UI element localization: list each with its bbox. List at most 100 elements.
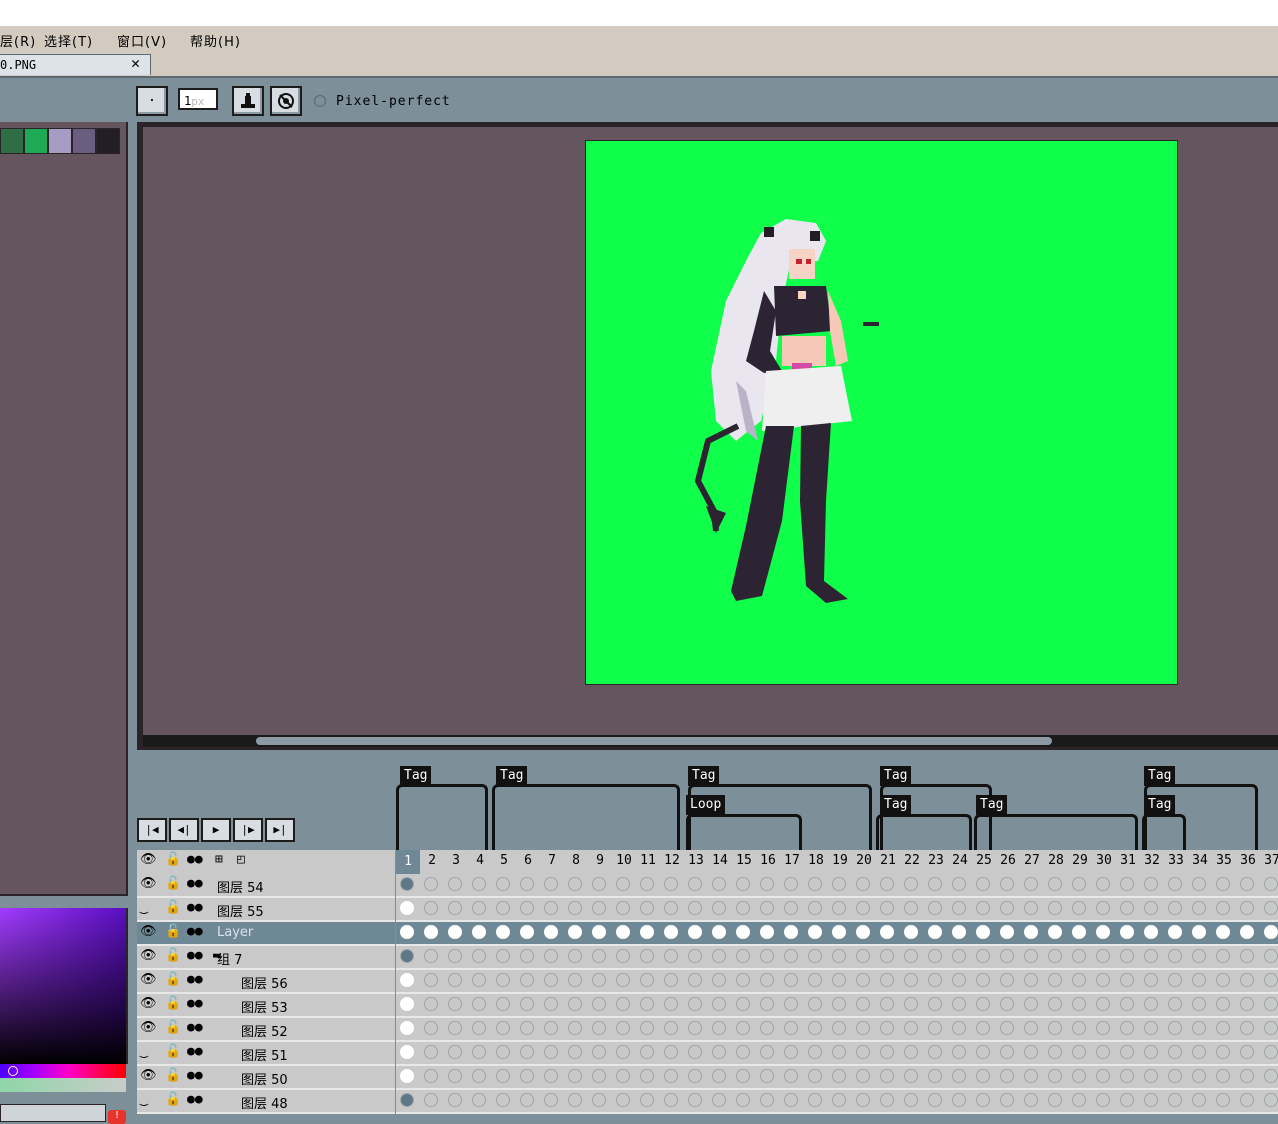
cel[interactable] <box>688 1093 702 1107</box>
cel[interactable] <box>544 925 558 939</box>
cel[interactable] <box>448 877 462 891</box>
cel[interactable] <box>544 1093 558 1107</box>
cel[interactable] <box>736 901 750 915</box>
cel[interactable] <box>952 949 966 963</box>
cel[interactable] <box>640 973 654 987</box>
cel[interactable] <box>928 1069 942 1083</box>
frame-number[interactable]: 19 <box>828 853 852 868</box>
continuous-icon[interactable]: ●● <box>187 972 203 987</box>
cel[interactable] <box>784 901 798 915</box>
frame-number[interactable]: 1 <box>396 850 420 874</box>
cel[interactable] <box>1240 877 1254 891</box>
cel[interactable] <box>760 1021 774 1035</box>
cel[interactable] <box>424 877 438 891</box>
cel[interactable] <box>1144 1069 1158 1083</box>
cel[interactable] <box>1072 949 1086 963</box>
cel[interactable] <box>1000 1093 1014 1107</box>
cel[interactable] <box>520 1069 534 1083</box>
cel[interactable] <box>880 1093 894 1107</box>
cel[interactable] <box>1144 925 1158 939</box>
brush-size-input[interactable]: 1px <box>178 88 218 110</box>
cel[interactable] <box>832 949 846 963</box>
cel[interactable] <box>424 973 438 987</box>
cel[interactable] <box>592 973 606 987</box>
cel[interactable] <box>1240 1021 1254 1035</box>
eye-icon[interactable]: 👁 <box>140 948 157 963</box>
cel[interactable] <box>616 1093 630 1107</box>
cel[interactable] <box>448 901 462 915</box>
cel[interactable] <box>520 997 534 1011</box>
cel[interactable] <box>1024 949 1038 963</box>
cel[interactable] <box>544 1045 558 1059</box>
cel[interactable] <box>1216 973 1230 987</box>
cel[interactable] <box>424 901 438 915</box>
cel[interactable] <box>1168 877 1182 891</box>
cel[interactable] <box>472 973 486 987</box>
cel[interactable] <box>1048 1069 1062 1083</box>
cel[interactable] <box>784 1093 798 1107</box>
eye-closed-icon[interactable]: ‿ <box>140 1044 148 1059</box>
cel[interactable] <box>832 1045 846 1059</box>
continuous-icon[interactable]: ●● <box>187 996 203 1011</box>
cel[interactable] <box>664 1069 678 1083</box>
layer-row[interactable]: 👁 🔓 ●● 图层 50 <box>137 1066 395 1090</box>
cel[interactable] <box>808 973 822 987</box>
cel[interactable] <box>880 997 894 1011</box>
cel[interactable] <box>1000 997 1014 1011</box>
cel[interactable] <box>568 901 582 915</box>
tag-label[interactable]: Tag <box>880 766 912 786</box>
cel[interactable] <box>1120 973 1134 987</box>
cel[interactable] <box>832 1069 846 1083</box>
cel[interactable] <box>1144 949 1158 963</box>
cel[interactable] <box>688 1045 702 1059</box>
cel[interactable] <box>832 997 846 1011</box>
lock-icon[interactable]: 🔓 <box>165 1092 181 1107</box>
frame-number[interactable]: 35 <box>1212 853 1236 868</box>
cel[interactable] <box>592 1069 606 1083</box>
frame-number[interactable]: 4 <box>468 853 492 868</box>
cel[interactable] <box>472 1069 486 1083</box>
layer-row[interactable]: 👁 🔓 ●● 图层 54 <box>137 874 395 898</box>
cel[interactable] <box>1120 877 1134 891</box>
cel[interactable] <box>640 1045 654 1059</box>
cel[interactable] <box>904 901 918 915</box>
cel[interactable] <box>1120 1045 1134 1059</box>
layer-group-row[interactable]: 👁 🔓 ●● ▬ 组 7 <box>137 946 395 970</box>
frame-number[interactable]: 18 <box>804 853 828 868</box>
cel[interactable] <box>1144 1093 1158 1107</box>
cel[interactable] <box>736 949 750 963</box>
cel[interactable] <box>472 901 486 915</box>
frame-number[interactable]: 8 <box>564 853 588 868</box>
cel[interactable] <box>688 997 702 1011</box>
cel[interactable] <box>640 1069 654 1083</box>
cel[interactable] <box>1240 925 1254 939</box>
frame-number[interactable]: 21 <box>876 853 900 868</box>
eye-icon[interactable]: 👁 <box>140 852 157 867</box>
eye-icon[interactable]: 👁 <box>140 1020 157 1035</box>
lock-icon[interactable]: 🔓 <box>165 876 181 891</box>
cel[interactable] <box>880 949 894 963</box>
cel[interactable] <box>424 925 438 939</box>
cel[interactable] <box>736 925 750 939</box>
cel[interactable] <box>1240 1045 1254 1059</box>
cel[interactable] <box>928 973 942 987</box>
cel[interactable] <box>736 1093 750 1107</box>
cel[interactable] <box>1264 925 1278 939</box>
cel[interactable] <box>1096 1045 1110 1059</box>
frame-number[interactable]: 30 <box>1092 853 1116 868</box>
layer-row[interactable]: 👁 🔓 ●● Layer <box>137 922 395 946</box>
cel[interactable] <box>400 973 414 987</box>
cel[interactable] <box>1024 901 1038 915</box>
cel[interactable] <box>1024 1045 1038 1059</box>
frame-number[interactable]: 34 <box>1188 853 1212 868</box>
cel[interactable] <box>544 1021 558 1035</box>
cel[interactable] <box>904 1093 918 1107</box>
cel[interactable] <box>976 877 990 891</box>
warning-icon[interactable]: ! <box>108 1110 126 1124</box>
cel[interactable] <box>1024 1069 1038 1083</box>
cel[interactable] <box>880 925 894 939</box>
cel[interactable] <box>760 1045 774 1059</box>
cel[interactable] <box>856 1021 870 1035</box>
cel[interactable] <box>568 925 582 939</box>
cel[interactable] <box>784 1045 798 1059</box>
